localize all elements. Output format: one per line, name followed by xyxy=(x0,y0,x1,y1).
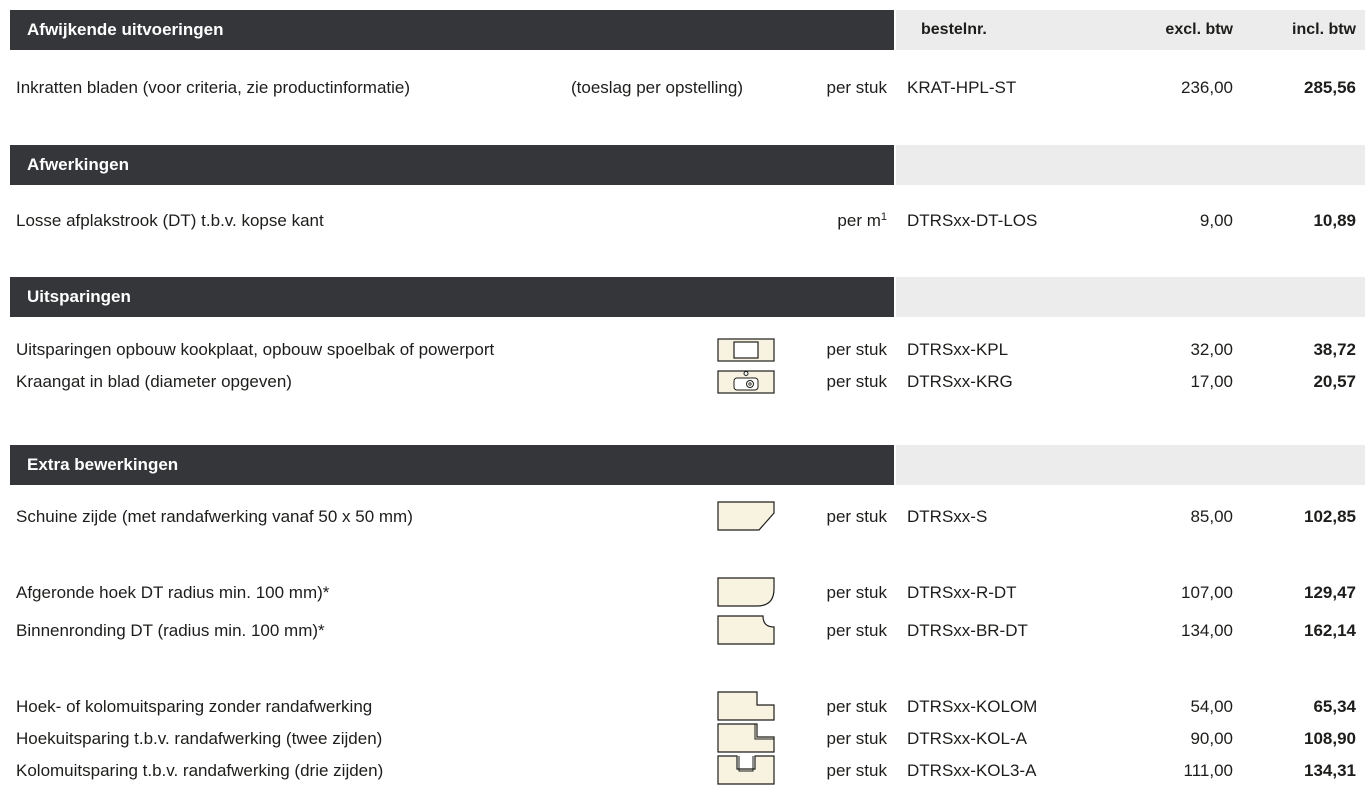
row-price-excl: 90,00 xyxy=(1190,729,1233,748)
table-row: Hoekuitsparing t.b.v. randafwerking (twe… xyxy=(0,723,1365,753)
row-price-incl: 285,56 xyxy=(1304,78,1356,97)
table-row: Uitsparingen opbouw kookplaat, opbouw sp… xyxy=(0,336,1365,364)
column-header-code: bestelnr. xyxy=(921,21,987,38)
table-row: Losse afplakstrook (DT) t.b.v. kopse kan… xyxy=(0,207,1365,235)
column-notch-icon xyxy=(717,755,775,785)
row-price-excl: 107,00 xyxy=(1181,583,1233,602)
table-row: Schuine zijde (met randafwerking vanaf 5… xyxy=(0,501,1365,531)
corner-notch-edged-icon xyxy=(717,723,775,753)
row-code: DTRSxx-KRG xyxy=(907,372,1013,391)
row-unit-superscript: 1 xyxy=(880,211,887,223)
row-unit: per stuk xyxy=(826,729,887,748)
row-description: Uitsparingen opbouw kookplaat, opbouw sp… xyxy=(16,340,495,359)
row-price-excl: 85,00 xyxy=(1190,507,1233,526)
section-header-afwerkingen: Afwerkingen xyxy=(10,145,1365,185)
row-description: Inkratten bladen (voor criteria, zie pro… xyxy=(16,78,411,97)
column-header-excl: excl. btw xyxy=(1165,21,1233,38)
row-code: DTRSxx-KPL xyxy=(907,340,1009,359)
row-code: DTRSxx-KOL-A xyxy=(907,729,1027,748)
row-unit: per stuk xyxy=(826,621,887,640)
row-description: Hoek- of kolomuitsparing zonder randafwe… xyxy=(16,697,373,716)
section-title: Afwijkende uitvoeringen xyxy=(10,10,894,50)
row-unit: per stuk xyxy=(826,761,887,780)
row-description: Afgeronde hoek DT radius min. 100 mm)* xyxy=(16,583,330,602)
row-price-excl: 9,00 xyxy=(1199,211,1233,230)
table-row: Kolomuitsparing t.b.v. randafwerking (dr… xyxy=(0,755,1365,785)
row-code: DTRSxx-DT-LOS xyxy=(907,211,1038,230)
row-description: Kolomuitsparing t.b.v. randafwerking (dr… xyxy=(16,761,384,780)
row-code: DTRSxx-KOL3-A xyxy=(907,761,1037,780)
section-header-extra-bewerkingen: Extra bewerkingen xyxy=(10,445,1365,485)
row-price-incl: 102,85 xyxy=(1304,507,1356,526)
row-unit: per stuk xyxy=(826,372,887,391)
table-row: Hoek- of kolomuitsparing zonder randafwe… xyxy=(0,691,1365,721)
row-description: Hoekuitsparing t.b.v. randafwerking (twe… xyxy=(16,729,383,748)
row-note: (toeslag per opstelling) xyxy=(571,78,743,97)
row-code: DTRSxx-BR-DT xyxy=(907,621,1028,640)
row-price-excl: 32,00 xyxy=(1190,340,1233,359)
row-description: Schuine zijde (met randafwerking vanaf 5… xyxy=(16,507,413,526)
section-header-uitsparingen: Uitsparingen xyxy=(10,277,1365,317)
rounded-corner-icon xyxy=(717,577,775,607)
section-header-fill xyxy=(896,277,1365,317)
row-unit: per stuk xyxy=(826,78,887,97)
corner-notch-icon xyxy=(717,691,775,721)
row-price-incl: 108,90 xyxy=(1304,729,1356,748)
table-row: Kraangat in blad (diameter opgeven) per … xyxy=(0,368,1365,396)
row-unit: per stuk xyxy=(826,583,887,602)
row-unit: per stuk xyxy=(826,340,887,359)
row-price-incl: 10,89 xyxy=(1313,211,1356,230)
row-price-excl: 17,00 xyxy=(1190,372,1233,391)
row-price-excl: 111,00 xyxy=(1183,761,1233,780)
row-unit: per stuk xyxy=(826,507,887,526)
row-description: Losse afplakstrook (DT) t.b.v. kopse kan… xyxy=(16,211,324,230)
row-price-incl: 65,34 xyxy=(1313,697,1356,716)
row-price-excl: 236,00 xyxy=(1181,78,1233,97)
row-price-incl: 129,47 xyxy=(1304,583,1356,602)
bevel-corner-icon xyxy=(717,501,775,531)
row-unit: per m1 xyxy=(837,207,887,235)
row-code: KRAT-HPL-ST xyxy=(907,78,1017,97)
row-price-incl: 38,72 xyxy=(1313,340,1356,359)
row-price-incl: 134,31 xyxy=(1304,761,1356,780)
table-row: Inkratten bladen (voor criteria, zie pro… xyxy=(0,74,1365,102)
row-price-excl: 54,00 xyxy=(1190,697,1233,716)
row-code: DTRSxx-S xyxy=(907,507,988,526)
row-price-excl: 134,00 xyxy=(1181,621,1233,640)
section-header-fill xyxy=(896,445,1365,485)
row-price-incl: 20,57 xyxy=(1313,372,1356,391)
column-header-incl: incl. btw xyxy=(1292,21,1356,38)
cutout-square-icon xyxy=(717,338,775,362)
section-title: Uitsparingen xyxy=(10,277,894,317)
section-title: Afwerkingen xyxy=(10,145,894,185)
row-code: DTRSxx-R-DT xyxy=(907,583,1017,602)
column-headers: bestelnr. excl. btw incl. btw xyxy=(896,10,1365,50)
table-row: Binnenronding DT (radius min. 100 mm)* p… xyxy=(0,615,1365,645)
inner-rounding-icon xyxy=(717,615,775,645)
row-description: Binnenronding DT (radius min. 100 mm)* xyxy=(16,621,325,640)
tap-hole-sink-icon xyxy=(717,370,775,394)
table-row: Afgeronde hoek DT radius min. 100 mm)* p… xyxy=(0,577,1365,607)
row-price-incl: 162,14 xyxy=(1304,621,1356,640)
row-unit: per stuk xyxy=(826,697,887,716)
section-title: Extra bewerkingen xyxy=(10,445,894,485)
section-header-fill xyxy=(896,145,1365,185)
row-description: Kraangat in blad (diameter opgeven) xyxy=(16,372,292,391)
row-code: DTRSxx-KOLOM xyxy=(907,697,1038,716)
section-header-afwijkende-uitvoeringen: Afwijkende uitvoeringen bestelnr. excl. … xyxy=(10,10,1365,50)
row-unit-text: per m xyxy=(837,211,881,230)
